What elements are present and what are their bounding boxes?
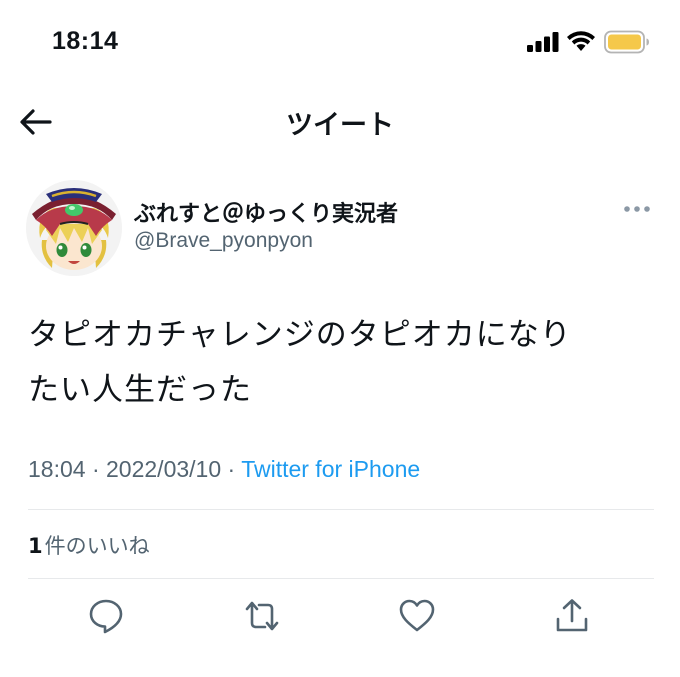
like-label: 件のいいね <box>44 534 150 558</box>
battery-icon <box>604 30 649 54</box>
avatar-image <box>26 180 122 276</box>
like-count: 1 <box>28 534 43 558</box>
tweet-date: 2022/03/10 <box>106 456 222 482</box>
retweet-icon[interactable] <box>243 597 281 635</box>
cellular-signal-icon <box>527 32 559 52</box>
wifi-icon <box>567 31 595 51</box>
tweet-source-link[interactable]: Twitter for iPhone <box>241 456 420 482</box>
tweet-text-line-1: タピオカチャレンジのタピオカになり <box>28 317 572 353</box>
tweet-text-line-2: たい人生だった <box>28 372 252 408</box>
tweet-meta: 18:04 · 2022/03/10 · Twitter for iPhone <box>28 456 420 483</box>
tweet-text: タピオカチャレンジのタピオカになり たい人生だった <box>28 308 658 418</box>
tweet-time: 18:04 <box>28 456 86 482</box>
page-title: ツイート <box>286 110 394 141</box>
like-icon[interactable] <box>398 597 436 635</box>
author-display-name[interactable]: ぶれすと＠ゆっくり実況者 <box>134 196 398 228</box>
meta-separator: · <box>91 456 100 482</box>
likes-summary[interactable]: 1件のいいね <box>28 530 150 560</box>
avatar[interactable] <box>26 180 122 276</box>
share-icon[interactable] <box>553 597 591 635</box>
meta-separator: · <box>227 456 236 482</box>
more-options-icon[interactable] <box>622 203 652 215</box>
divider <box>28 509 654 510</box>
reply-icon[interactable] <box>87 597 125 635</box>
author-handle[interactable]: @Brave_pyonpyon <box>134 229 313 253</box>
status-time: 18:14 <box>52 27 119 55</box>
divider <box>28 578 654 579</box>
